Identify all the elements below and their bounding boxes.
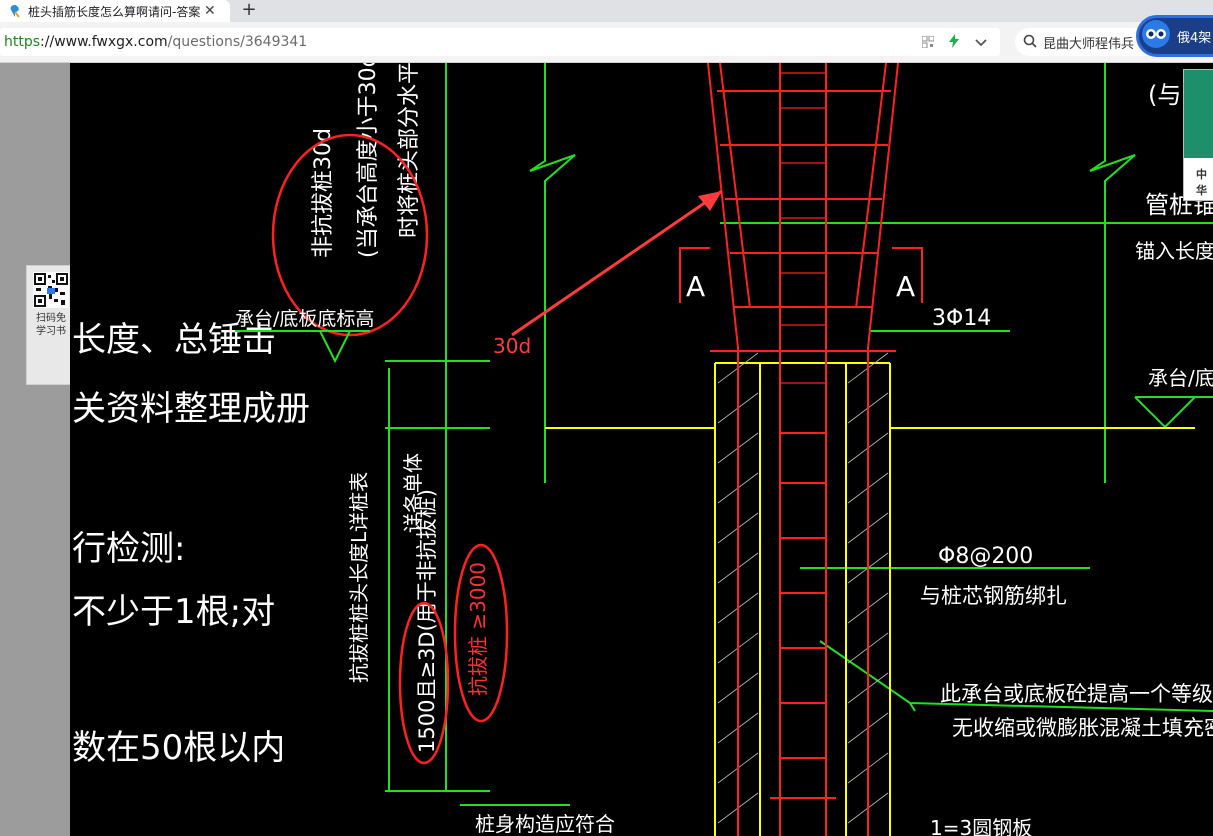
rotated-label-2: (当承台高度小于30d xyxy=(356,63,381,258)
chevron-down-icon[interactable] xyxy=(974,33,988,52)
cap-bottom-label: 承台/底板底标高 xyxy=(235,308,374,330)
bottom-label: 桩身构造应符合 xyxy=(475,812,615,836)
new-tab-button[interactable]: + xyxy=(238,0,260,22)
rotated-label-5: 1500且≥3D(用于非抗拔桩) xyxy=(415,489,439,753)
rotated-label-6: 抗拔桩 ≥3000 xyxy=(466,562,490,696)
section-a-left: A xyxy=(686,270,705,303)
site-favicon xyxy=(8,4,22,18)
close-tab-icon[interactable]: ✕ xyxy=(204,3,216,19)
search-icon xyxy=(1023,33,1037,52)
qr-caption-1: 扫码免 xyxy=(36,313,66,324)
qr-promo-widget[interactable]: 扫码免 学习书 xyxy=(26,265,76,385)
left-text-5: 数在50根以内 xyxy=(72,728,285,768)
extension-badge[interactable]: 俄4架 xyxy=(1136,15,1213,57)
tab-title: 桩头插筋长度怎么算啊请问-答案 xyxy=(28,4,200,19)
cad-drawing-image: 长度、总锤击 关资料整理成册 行检测: 不少于1根;对 数在50根以内 非抗拔桩… xyxy=(70,63,1213,836)
left-text-4: 不少于1根;对 xyxy=(72,592,275,632)
address-bar[interactable]: https://www.fwxgx.com/questions/3649341 xyxy=(0,28,1000,56)
annotation-arrow xyxy=(511,189,723,337)
qr-code-icon[interactable] xyxy=(921,33,935,52)
lightning-icon[interactable] xyxy=(948,33,960,52)
stirrup-note: 与桩芯钢筋绑扎 xyxy=(920,584,1067,608)
section-a-right: A xyxy=(896,270,915,303)
bottom-right-label: 1=3圆钢板 xyxy=(930,816,1032,836)
owl-icon xyxy=(1141,19,1171,53)
note-line-2: 无收缩或微膨胀混凝土填充密实 xyxy=(952,716,1213,740)
note-line-1: 此承台或底板砼提高一个等级且不低 xyxy=(940,682,1213,706)
rotated-label-4: 抗拔桩桩头长度L详桩表 xyxy=(347,472,371,683)
qr-caption-2: 学习书 xyxy=(36,326,66,337)
browser-tab[interactable]: 桩头插筋长度怎么算啊请问-答案 ✕ xyxy=(0,0,230,22)
ad-image xyxy=(1184,70,1213,158)
navigation-bar: https://www.fwxgx.com/questions/3649341 … xyxy=(0,22,1213,63)
left-text-2: 关资料整理成册 xyxy=(72,389,310,429)
cap-label-right: 承台/底 xyxy=(1148,366,1213,390)
break-line-2 xyxy=(1089,63,1136,483)
qr-code-image xyxy=(33,272,69,312)
tab-strip: 桩头插筋长度怎么算啊请问-答案 ✕ + xyxy=(0,0,1213,22)
url-text: https://www.fwxgx.com/questions/3649341 xyxy=(4,34,308,50)
left-text-3: 行检测: xyxy=(72,529,185,569)
break-line-1 xyxy=(529,63,576,483)
side-ad-card[interactable]: 中华 xyxy=(1183,69,1213,201)
right-top-3: 锚入长度同 xyxy=(1135,239,1213,263)
arrow-head xyxy=(698,191,722,211)
page-content: 扫码免 学习书 长度、总锤击 关资料整理成册 行检测: 不少于1根;对 数在50… xyxy=(0,63,1213,836)
rotated-label-3: 时将桩头部分水平弯折) xyxy=(397,63,422,238)
cad-drawing-svg: 长度、总锤击 关资料整理成册 行检测: 不少于1根;对 数在50根以内 非抗拔桩… xyxy=(72,63,1213,836)
rebar-3phi14: 3Φ14 xyxy=(932,306,991,331)
ad-label: 中华 xyxy=(1196,168,1207,197)
right-top-1: (与 xyxy=(1148,81,1181,109)
left-gutter xyxy=(0,63,70,836)
stirrup-label: Φ8@200 xyxy=(938,544,1033,569)
annotation-30d: 30d xyxy=(493,334,531,358)
